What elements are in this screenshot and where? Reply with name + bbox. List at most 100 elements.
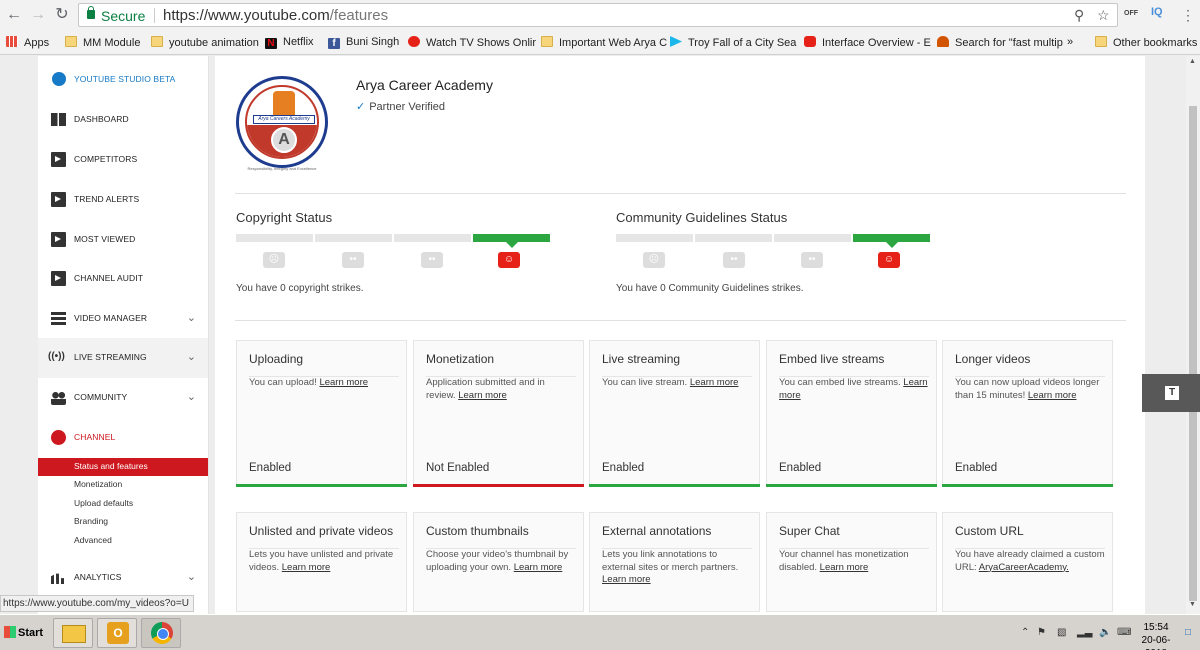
- sidebar-item-analytics[interactable]: ANALYTICS ⌄: [38, 558, 208, 598]
- flag-icon[interactable]: ⚑: [1037, 627, 1046, 638]
- fire-icon: [937, 36, 949, 47]
- taskbar-outlook[interactable]: O: [97, 618, 137, 648]
- sidebar-item-trend-alerts[interactable]: TREND ALERTS: [38, 180, 208, 220]
- learn-more-link[interactable]: Learn more: [514, 562, 563, 573]
- bookmark-important-web[interactable]: Important Web Arya C: [541, 36, 667, 49]
- chevron-down-icon[interactable]: ⌄: [187, 390, 196, 403]
- chevron-down-icon[interactable]: ⌄: [187, 570, 196, 583]
- feature-status: Enabled: [779, 462, 822, 474]
- floating-widget[interactable]: T: [1142, 374, 1200, 412]
- sidebar-item-live-streaming[interactable]: ((•)) LIVE STREAMING ⌄: [38, 338, 208, 378]
- scroll-up-icon[interactable]: ▲: [1189, 58, 1196, 65]
- notification-icon[interactable]: □: [1185, 627, 1191, 638]
- bookmark-search-fast[interactable]: Search for "fast multip: [937, 36, 1063, 49]
- clock[interactable]: 15:54 20-06-2018: [1131, 621, 1181, 650]
- chevron-up-icon[interactable]: ⌃: [1021, 627, 1029, 638]
- keyboard-icon[interactable]: ⌨: [1117, 627, 1131, 638]
- bookmark-watch-tv[interactable]: Watch TV Shows Onlir: [408, 36, 536, 49]
- feature-desc-text: You can upload!: [249, 377, 317, 388]
- page-scrollbar[interactable]: ▲ ▼: [1186, 56, 1200, 616]
- bookmarks-overflow-icon[interactable]: »: [1067, 36, 1073, 48]
- checkmark-icon: ✓: [356, 101, 366, 113]
- custom-url-link[interactable]: AryaCareerAcademy.: [979, 562, 1069, 573]
- divider: [235, 320, 1126, 321]
- bookmark-buni-singh[interactable]: f Buni Singh: [328, 36, 399, 49]
- extension-off-icon[interactable]: OFF: [1124, 10, 1138, 17]
- omnibox-divider: [154, 8, 155, 23]
- bookmark-label: Search for "fast multip: [955, 37, 1063, 49]
- sidebar-item-channel[interactable]: CHANNEL: [38, 418, 208, 458]
- bookmark-interface-overview[interactable]: Interface Overview - E: [804, 36, 931, 49]
- sidebar-item-video-manager[interactable]: VIDEO MANAGER ⌄: [38, 299, 208, 339]
- volume-icon[interactable]: 🔈: [1099, 627, 1111, 638]
- feature-description: Choose your video's thumbnail by uploadi…: [426, 548, 576, 574]
- url-text[interactable]: https://www.youtube.com/features: [163, 7, 388, 24]
- extension-iq-icon[interactable]: IQ: [1151, 6, 1163, 18]
- device-icon[interactable]: ▧: [1057, 627, 1066, 638]
- forward-icon[interactable]: →: [28, 5, 48, 25]
- sidebar-item-channel-audit[interactable]: CHANNEL AUDIT: [38, 259, 208, 299]
- sidebar-sub-upload-defaults[interactable]: Upload defaults: [38, 495, 208, 513]
- channel-logo[interactable]: Arya Careers Academy A: [236, 76, 328, 168]
- bookmark-youtube-animation[interactable]: youtube animation: [151, 36, 259, 49]
- partner-verified-label: Partner Verified: [369, 101, 446, 113]
- learn-more-link[interactable]: Learn more: [319, 377, 368, 388]
- status-bar-url: https://www.youtube.com/my_videos?o=U: [0, 595, 194, 612]
- logo-pillar-shape: [273, 91, 295, 115]
- strike-segment: [236, 234, 313, 242]
- reload-icon[interactable]: ↻: [52, 5, 72, 25]
- sidebar-item-community[interactable]: COMMUNITY ⌄: [38, 378, 208, 418]
- feature-description: You can now upload videos longer than 15…: [955, 376, 1105, 402]
- learn-more-link[interactable]: Learn more: [690, 377, 739, 388]
- learn-more-link[interactable]: Learn more: [458, 390, 507, 401]
- chevron-down-icon[interactable]: ⌄: [187, 311, 196, 324]
- logo-banner-text: Arya Careers Academy: [253, 115, 315, 124]
- scroll-down-icon[interactable]: ▼: [1189, 601, 1196, 608]
- logo-a-icon: A: [271, 127, 297, 153]
- taskbar-explorer[interactable]: [53, 618, 93, 648]
- broadcast-icon: ((•)): [48, 351, 65, 362]
- film-icon: [51, 271, 66, 286]
- sidebar-sub-advanced[interactable]: Advanced: [38, 532, 208, 550]
- feature-title: Custom URL: [955, 524, 1024, 538]
- feature-status: Enabled: [249, 462, 292, 474]
- sidebar-item-studio-beta[interactable]: YOUTUBE STUDIO BETA: [38, 60, 208, 100]
- bookmark-label: Interface Overview - E: [822, 37, 931, 49]
- sidebar-sub-monetization[interactable]: Monetization: [38, 476, 208, 494]
- sidebar-sub-label: Branding: [74, 516, 109, 526]
- menu-icon[interactable]: ⋮: [1178, 5, 1198, 25]
- scrollbar-thumb[interactable]: [1189, 106, 1197, 601]
- sidebar-sub-branding[interactable]: Branding: [38, 513, 208, 531]
- bookmark-star-icon[interactable]: ☆: [1097, 7, 1110, 24]
- feature-description: You can live stream. Learn more: [602, 376, 752, 390]
- bookmark-apps[interactable]: Apps: [6, 36, 49, 49]
- sidebar-item-most-viewed[interactable]: MOST VIEWED: [38, 220, 208, 260]
- chevron-down-icon[interactable]: ⌄: [187, 350, 196, 363]
- sidebar-item-dashboard[interactable]: DASHBOARD: [38, 100, 208, 140]
- clock-time: 15:54: [1143, 622, 1169, 633]
- bookmark-troy[interactable]: Troy Fall of a City Sea: [670, 36, 796, 49]
- learn-more-link[interactable]: Learn more: [1028, 390, 1077, 401]
- start-button[interactable]: Start: [2, 621, 44, 645]
- netflix-icon: N: [265, 38, 277, 49]
- back-icon[interactable]: ←: [4, 5, 24, 25]
- learn-more-link[interactable]: Learn more: [282, 562, 331, 573]
- bookmark-netflix[interactable]: N Netflix: [265, 36, 314, 49]
- bookmark-label: Netflix: [283, 36, 314, 48]
- sidebar-item-label: CHANNEL AUDIT: [74, 273, 143, 283]
- feature-title: Longer videos: [955, 352, 1031, 366]
- learn-more-link[interactable]: Learn more: [602, 574, 651, 585]
- film-icon: [51, 232, 66, 247]
- network-icon[interactable]: ▂▃: [1077, 627, 1092, 638]
- browser-toolbar: ← → ↻ Secure https://www.youtube.com/fea…: [0, 0, 1200, 31]
- address-bar[interactable]: Secure https://www.youtube.com/features …: [78, 3, 1118, 27]
- bookmark-mm-module[interactable]: MM Module: [65, 36, 140, 49]
- taskbar-chrome[interactable]: [141, 618, 181, 648]
- sidebar-sub-status-features[interactable]: Status and features: [38, 458, 208, 476]
- learn-more-link[interactable]: Learn more: [820, 562, 869, 573]
- sidebar-item-competitors[interactable]: COMPETITORS: [38, 140, 208, 180]
- zoom-search-icon[interactable]: ⚲: [1074, 7, 1084, 24]
- bookmark-label: Apps: [24, 37, 50, 49]
- bookmark-other[interactable]: Other bookmarks: [1095, 36, 1197, 49]
- start-label: Start: [18, 627, 44, 639]
